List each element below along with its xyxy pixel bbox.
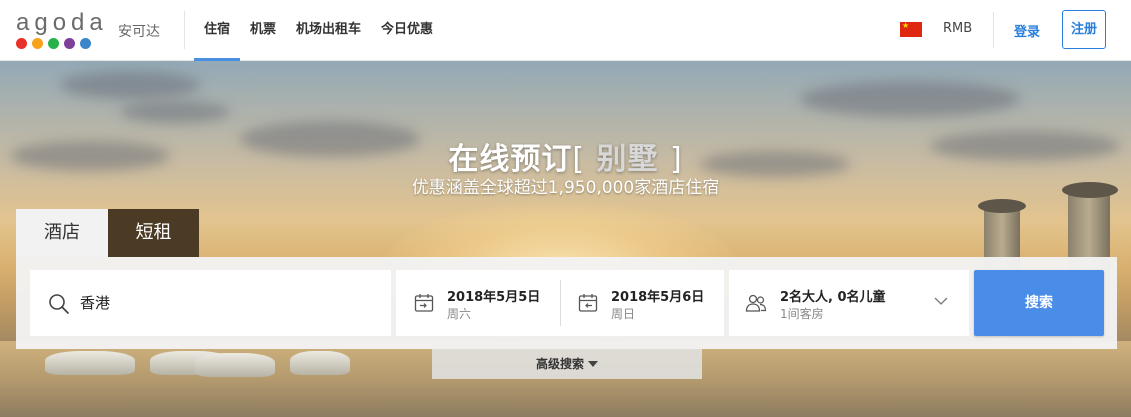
hero-banner: 在线预订[ 别墅 ] 优惠涵盖全球超过1,950,000家酒店住宿 酒店 短租 …	[0, 61, 1131, 417]
boat-shape	[195, 353, 275, 377]
people-icon	[745, 294, 767, 312]
nav-item-airport-taxi[interactable]: 机场出租车	[286, 0, 371, 61]
agoda-logo[interactable]: agoda	[16, 10, 116, 50]
tab-hotel[interactable]: 酒店	[16, 209, 108, 257]
advanced-search-toggle[interactable]: 高级搜索	[432, 349, 702, 379]
date-divider	[560, 280, 561, 326]
login-link[interactable]: 登录	[1014, 21, 1040, 40]
cloud-shape	[120, 101, 230, 123]
date-range-field: 2018年5月5日 周六 2018年5月6日 周日	[396, 270, 724, 336]
nav-divider-right	[993, 12, 994, 48]
destination-field[interactable]: 香港	[30, 270, 391, 336]
checkin-date: 2018年5月5日	[447, 290, 541, 305]
boat-shape	[290, 351, 350, 375]
calendar-checkin-icon	[414, 294, 434, 312]
guests-summary: 2名大人, 0名儿童	[780, 290, 886, 305]
cloud-shape	[60, 71, 200, 99]
checkout-weekday: 周日	[611, 307, 636, 321]
chevron-down-icon	[934, 297, 948, 305]
tab-short-rental[interactable]: 短租	[108, 209, 199, 257]
search-icon	[49, 294, 69, 314]
logo-dots	[16, 38, 91, 49]
boat-shape	[45, 351, 135, 375]
china-flag-icon[interactable]: ★	[900, 21, 922, 37]
checkout-date: 2018年5月6日	[611, 290, 705, 305]
nav-item-deals[interactable]: 今日优惠	[371, 0, 443, 61]
hero-bracket-close: ]	[669, 142, 683, 177]
hero-subtitle: 优惠涵盖全球超过1,950,000家酒店住宿	[411, 178, 720, 198]
hero-title-text: 在线预订	[448, 142, 573, 177]
search-panel: 香港 2018年5月5日 周六 2018年5月6日 周日 2名大人, 0名儿童 …	[16, 257, 1117, 349]
search-button[interactable]: 搜索	[974, 270, 1104, 336]
main-nav: 住宿 机票 机场出租车 今日优惠	[194, 0, 443, 61]
logo-wordmark: agoda	[16, 9, 108, 36]
logo-dot-blue	[80, 38, 91, 49]
guests-field[interactable]: 2名大人, 0名儿童 1间客房	[729, 270, 969, 336]
currency-selector[interactable]: RMB	[943, 21, 972, 36]
nav-divider	[184, 11, 185, 49]
nav-item-accommodation[interactable]: 住宿	[194, 0, 241, 61]
calendar-checkout-icon	[578, 294, 598, 312]
caret-down-icon	[588, 361, 598, 367]
logo-dot-purple	[64, 38, 75, 49]
rooms-count: 1间客房	[780, 307, 824, 321]
top-navbar: agoda 安可达 住宿 机票 机场出租车 今日优惠 ★ RMB 登录 注册	[0, 0, 1131, 61]
hero-title: 在线预订[ 别墅 ]	[0, 134, 1131, 178]
destination-value: 香港	[80, 294, 111, 312]
tower-cap	[978, 199, 1026, 213]
hero-keyword: 别墅	[596, 142, 659, 177]
nav-item-flights[interactable]: 机票	[240, 0, 286, 61]
advanced-search-label: 高级搜索	[535, 357, 584, 371]
brand-name-cn: 安可达	[118, 24, 160, 40]
logo-dot-orange	[32, 38, 43, 49]
register-button[interactable]: 注册	[1062, 10, 1106, 49]
logo-dot-red	[16, 38, 27, 49]
cloud-shape	[800, 81, 1020, 117]
logo-dot-green	[48, 38, 59, 49]
hero-bracket-open: [	[572, 142, 586, 177]
checkin-weekday: 周六	[447, 307, 472, 321]
